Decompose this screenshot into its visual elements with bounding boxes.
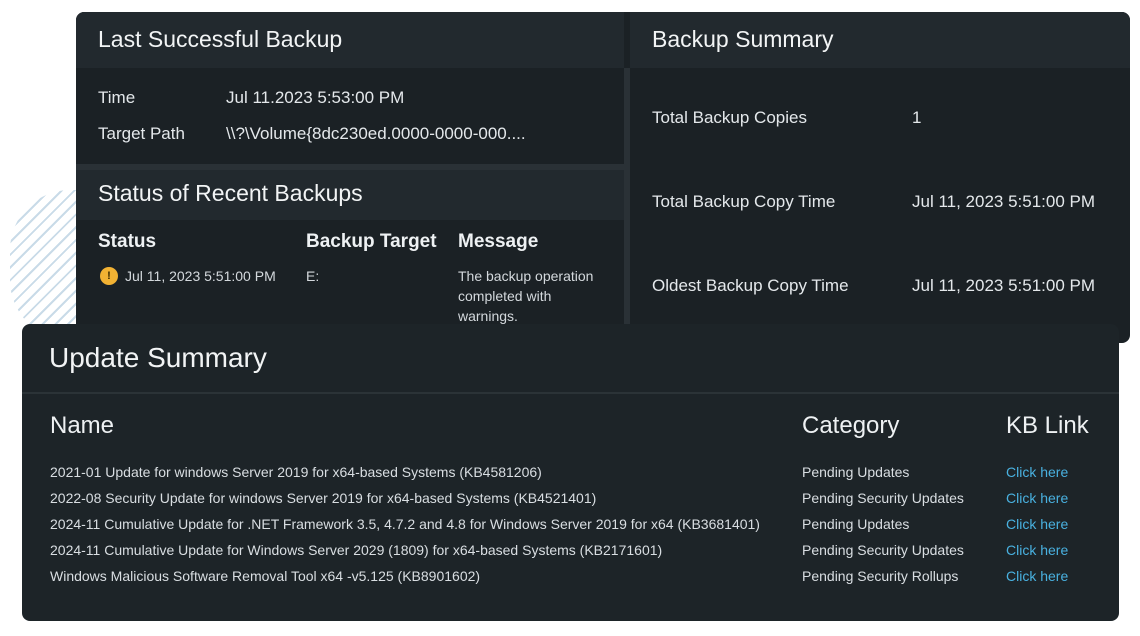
backup-message-line: completed with — [458, 288, 552, 304]
status-column-header: Status — [98, 231, 157, 252]
oldest-copy-time-label: Oldest Backup Copy Time — [652, 276, 849, 295]
backup-target-value: E: — [306, 268, 320, 284]
kb-link-column-header: KB Link — [1006, 412, 1089, 439]
message-column-header: Message — [458, 231, 539, 252]
update-category: Pending Updates — [802, 464, 910, 480]
update-name: Windows Malicious Software Removal Tool … — [50, 568, 481, 584]
target-path-label: Target Path — [98, 124, 185, 143]
kb-link[interactable]: Click here — [1006, 542, 1068, 558]
backup-summary-title: Backup Summary — [630, 12, 1130, 68]
backup-message-line: warnings. — [458, 308, 518, 324]
backup-target-column-header: Backup Target — [306, 231, 437, 252]
status-date: Jul 11, 2023 5:51:00 PM — [125, 268, 276, 284]
table-row: 2022-08 Security Update for windows Serv… — [22, 490, 1119, 516]
last-backup-title: Last Successful Backup — [76, 12, 624, 68]
total-copies-label: Total Backup Copies — [652, 108, 807, 127]
backup-message-line: The backup operation — [458, 268, 594, 284]
update-name: 2022-08 Security Update for windows Serv… — [50, 490, 597, 506]
target-path-value: \\?\Volume{8dc230ed.0000-0000-000.... — [226, 124, 526, 143]
total-copies-value: 1 — [912, 108, 922, 127]
warning-icon: ! — [100, 267, 118, 285]
update-summary-card: Update Summary Name Category KB Link 202… — [22, 324, 1119, 621]
update-category: Pending Security Updates — [802, 490, 964, 506]
table-row: 2021-01 Update for windows Server 2019 f… — [22, 464, 1119, 490]
update-category: Pending Updates — [802, 516, 910, 532]
backup-summary-panel: Backup Summary Total Backup Copies 1 Tot… — [630, 12, 1130, 343]
name-column-header: Name — [50, 412, 115, 439]
kb-link[interactable]: Click here — [1006, 464, 1068, 480]
update-summary-title: Update Summary — [49, 342, 267, 373]
oldest-copy-time-value: Jul 11, 2023 5:51:00 PM — [912, 276, 1096, 295]
update-name: 2024-11 Cumulative Update for .NET Frame… — [50, 516, 760, 532]
table-row: 2024-11 Cumulative Update for .NET Frame… — [22, 516, 1119, 542]
update-category: Pending Security Updates — [802, 542, 964, 558]
recent-backups-title: Status of Recent Backups — [76, 170, 624, 220]
table-row: 2024-11 Cumulative Update for Windows Se… — [22, 542, 1119, 568]
update-category: Pending Security Rollups — [802, 568, 959, 584]
kb-link[interactable]: Click here — [1006, 490, 1068, 506]
time-value: Jul 11.2023 5:53:00 PM — [226, 88, 405, 107]
kb-link[interactable]: Click here — [1006, 516, 1068, 532]
total-copy-time-label: Total Backup Copy Time — [652, 192, 836, 211]
update-name: 2021-01 Update for windows Server 2019 f… — [50, 464, 542, 480]
kb-link[interactable]: Click here — [1006, 568, 1068, 584]
table-row: Windows Malicious Software Removal Tool … — [22, 568, 1119, 594]
total-copy-time-value: Jul 11, 2023 5:51:00 PM — [912, 192, 1096, 211]
update-summary-header: Update Summary — [22, 324, 1119, 394]
time-label: Time — [98, 88, 136, 107]
backup-card: Last Successful Backup Time Jul 11.2023 … — [76, 12, 1130, 343]
category-column-header: Category — [802, 412, 900, 439]
update-name: 2024-11 Cumulative Update for Windows Se… — [50, 542, 663, 558]
